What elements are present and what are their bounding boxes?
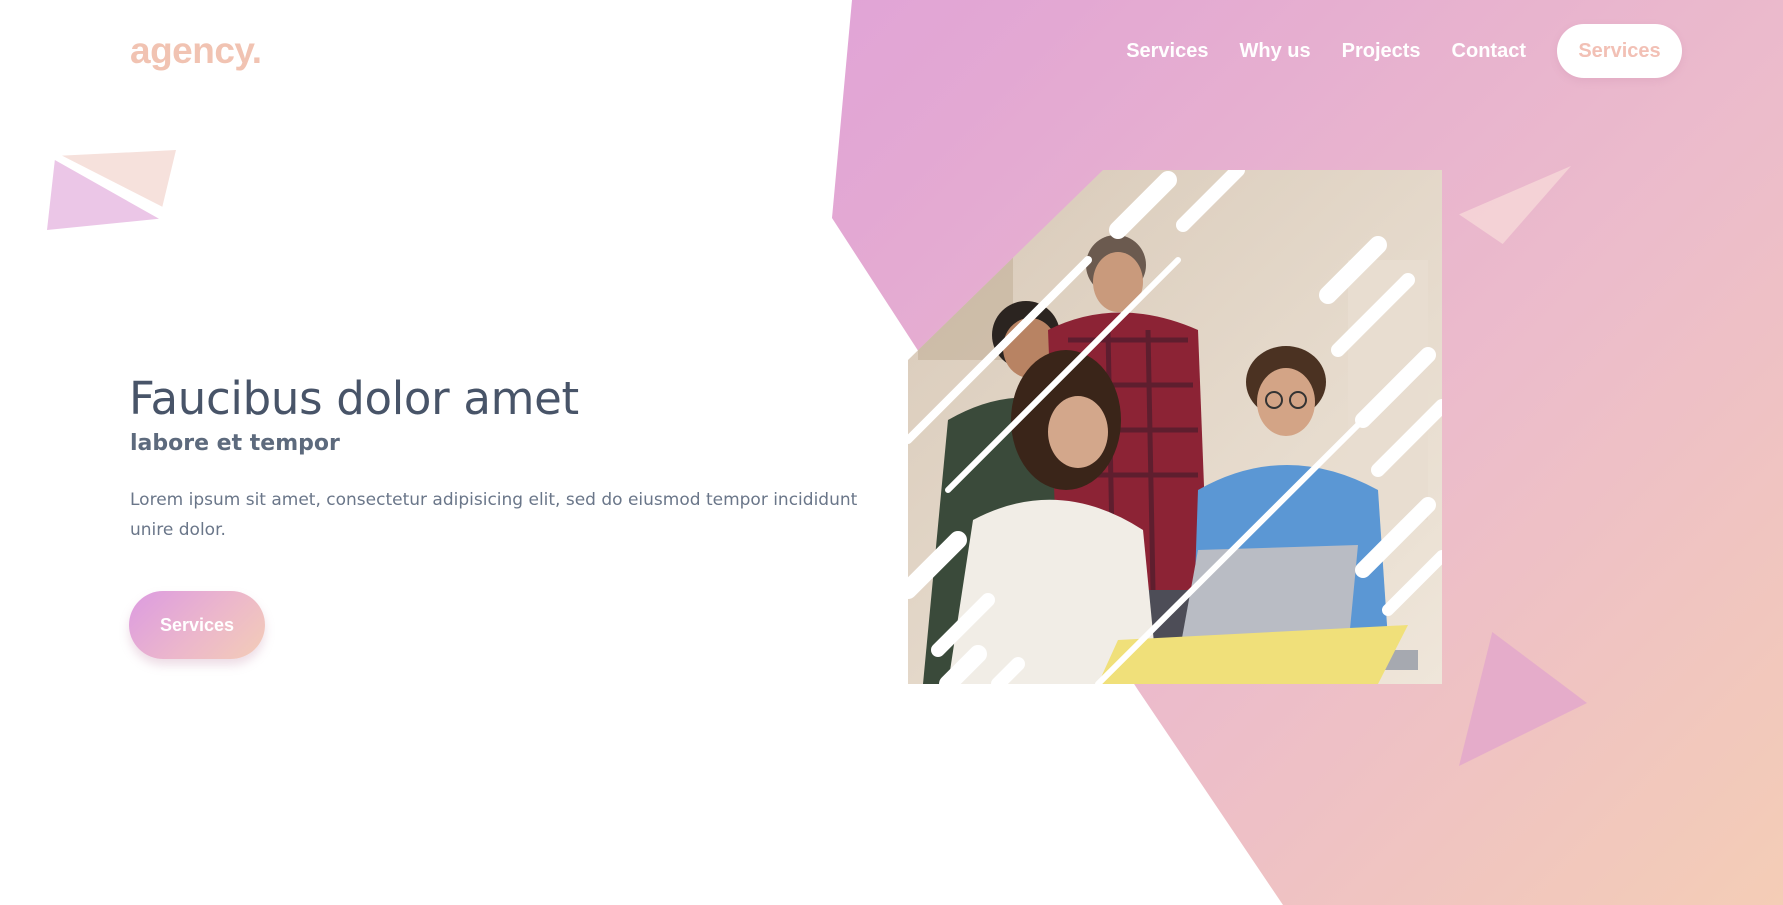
main-nav: Services Why us Projects Contact Service… — [1126, 24, 1682, 78]
header-services-button[interactable]: Services — [1557, 24, 1682, 78]
logo[interactable]: agency. — [130, 30, 262, 72]
hero-subtitle: labore et tempor — [130, 431, 340, 456]
nav-link-why-us[interactable]: Why us — [1239, 40, 1310, 63]
nav-link-contact[interactable]: Contact — [1452, 40, 1526, 63]
nav-link-services[interactable]: Services — [1126, 40, 1208, 63]
hero-services-button[interactable]: Services — [129, 591, 265, 659]
nav-link-projects[interactable]: Projects — [1342, 40, 1421, 63]
hero-description: Lorem ipsum sit amet, consectetur adipis… — [130, 490, 858, 540]
team-meeting-illustration-icon — [908, 170, 1442, 684]
landing-page: agency. Services Why us Projects Contact… — [0, 0, 1783, 905]
hero-title: Faucibus dolor amet — [129, 372, 579, 425]
